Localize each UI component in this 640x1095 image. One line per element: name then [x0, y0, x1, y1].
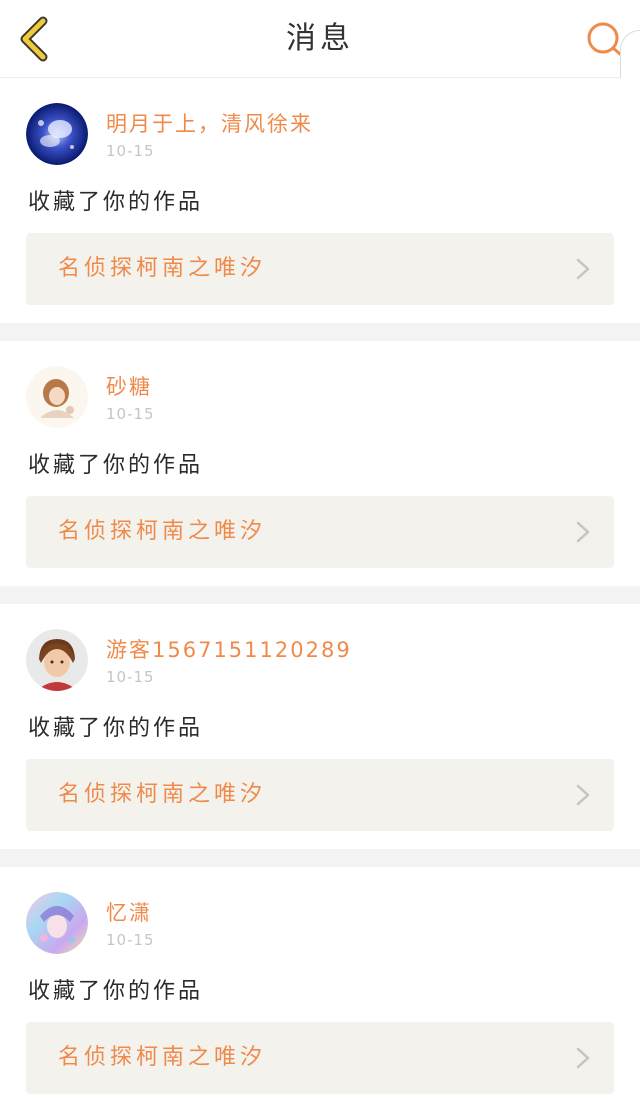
timestamp: 10-15: [106, 142, 155, 160]
work-title: 名侦探柯南之唯汐: [58, 256, 267, 281]
section-divider: [0, 323, 640, 341]
work-link[interactable]: 名侦探柯南之唯汐: [26, 233, 614, 305]
avatar[interactable]: [26, 629, 88, 691]
section-divider: [0, 586, 640, 604]
timestamp: 10-15: [106, 668, 155, 686]
chevron-right-icon: [576, 1047, 590, 1069]
work-title: 名侦探柯南之唯汐: [58, 1045, 267, 1070]
username[interactable]: 明月于上，清风徐来: [106, 108, 313, 138]
username[interactable]: 砂糖: [106, 371, 152, 401]
message-list: 明月于上，清风徐来 10-15 收藏了你的作品 名侦探柯南之唯汐 砂糖 10-1…: [0, 78, 640, 1095]
chevron-right-icon: [576, 521, 590, 543]
work-link[interactable]: 名侦探柯南之唯汐: [26, 1022, 614, 1094]
work-link[interactable]: 名侦探柯南之唯汐: [26, 496, 614, 568]
avatar[interactable]: [26, 366, 88, 428]
message-card: 忆潇 10-15 收藏了你的作品 名侦探柯南之唯汐: [0, 867, 640, 1095]
section-divider: [0, 849, 640, 867]
top-bar: 消息: [0, 0, 640, 162]
message-card: 游客1567151120289 10-15 收藏了你的作品 名侦探柯南之唯汐: [0, 604, 640, 849]
avatar[interactable]: [26, 892, 88, 954]
work-link[interactable]: 名侦探柯南之唯汐: [26, 759, 614, 831]
timestamp: 10-15: [106, 405, 155, 423]
chevron-right-icon: [576, 784, 590, 806]
page-title: 消息: [286, 21, 354, 56]
work-title: 名侦探柯南之唯汐: [58, 519, 267, 544]
work-title: 名侦探柯南之唯汐: [58, 782, 267, 807]
search-icon: [587, 22, 622, 56]
action-text: 收藏了你的作品: [28, 453, 204, 478]
username[interactable]: 忆潇: [106, 897, 152, 927]
avatar[interactable]: [26, 103, 88, 165]
timestamp: 10-15: [106, 931, 155, 949]
username[interactable]: 游客1567151120289: [106, 634, 352, 664]
chevron-right-icon: [576, 258, 590, 280]
action-text: 收藏了你的作品: [28, 979, 204, 1004]
action-text: 收藏了你的作品: [28, 190, 204, 215]
action-text: 收藏了你的作品: [28, 716, 204, 741]
message-card: 明月于上，清风徐来 10-15 收藏了你的作品 名侦探柯南之唯汐: [0, 78, 640, 323]
message-card: 砂糖 10-15 收藏了你的作品 名侦探柯南之唯汐: [0, 341, 640, 586]
